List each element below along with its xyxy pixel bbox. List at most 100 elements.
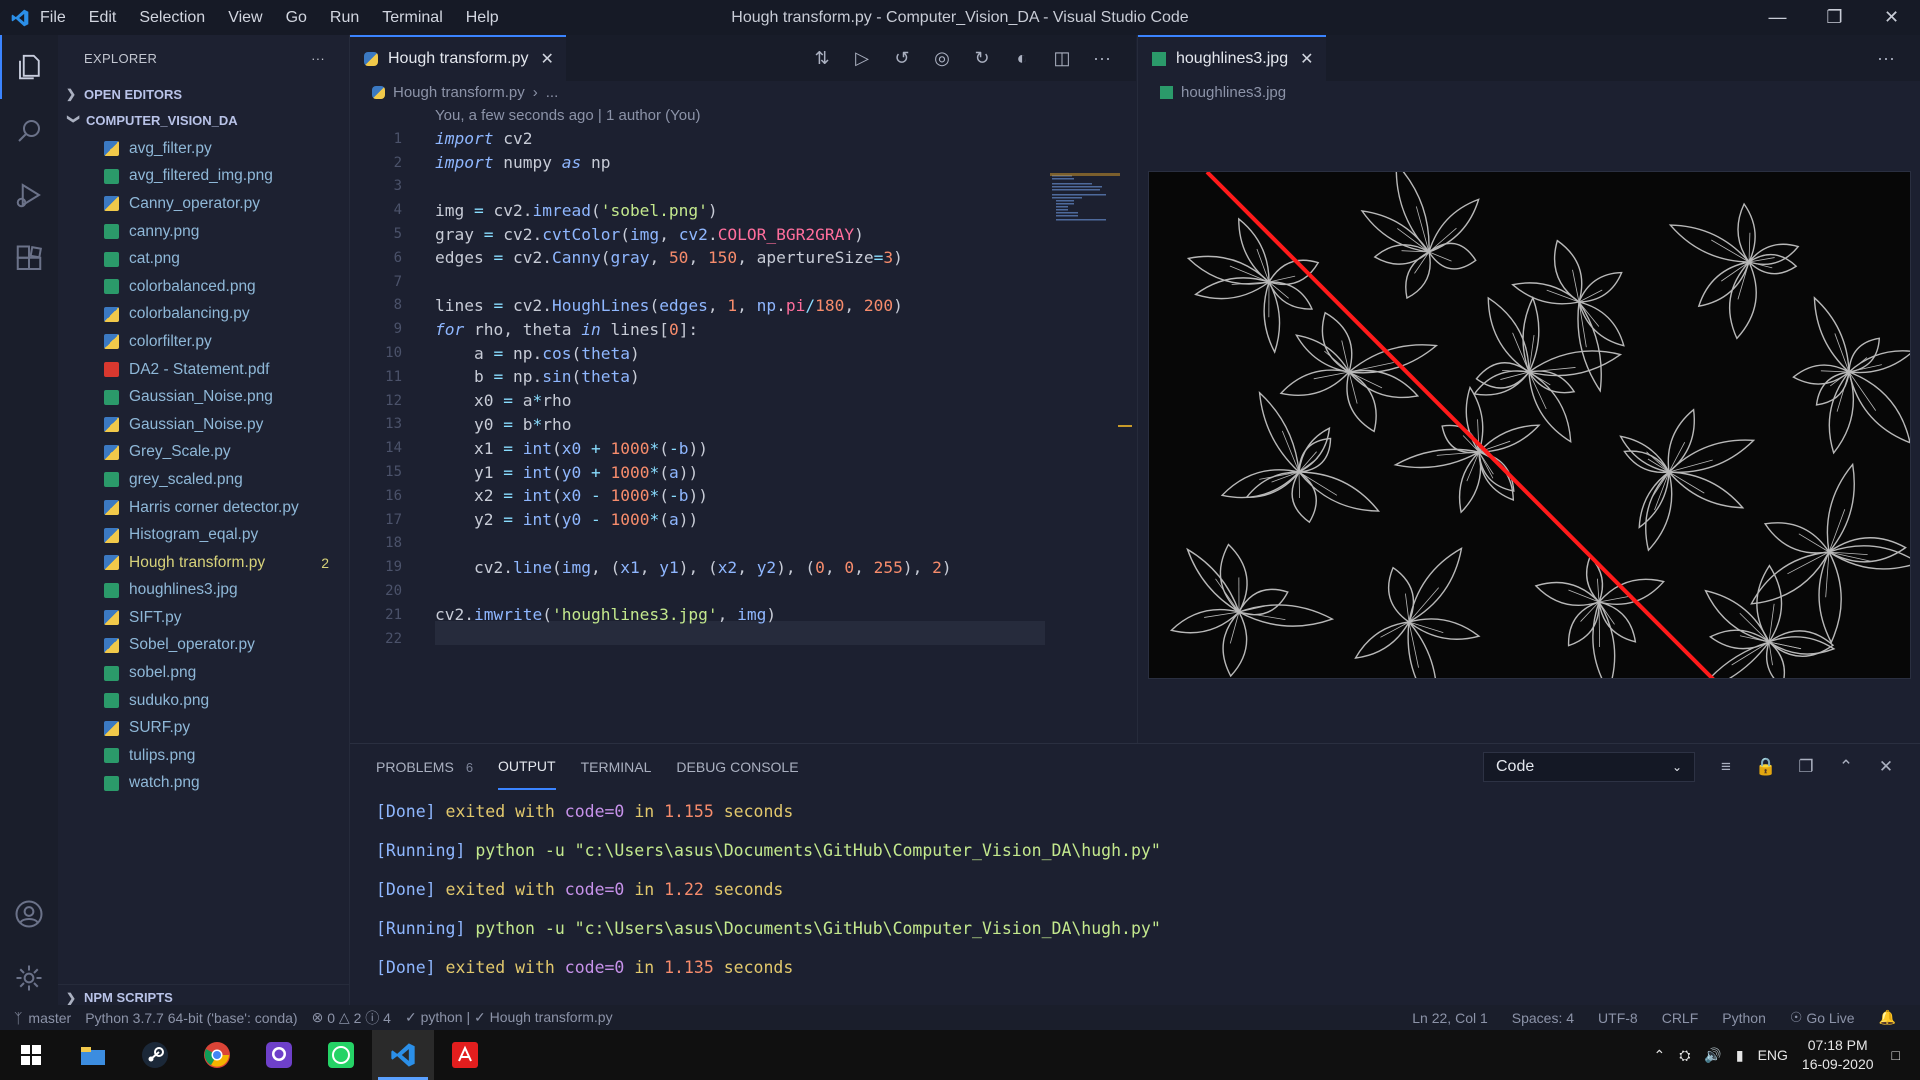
file-item[interactable]: sobel.png xyxy=(58,659,349,687)
code-line[interactable]: 15 y1 = int(y0 + 1000*(a)) xyxy=(350,460,1050,484)
code-line[interactable]: 3 xyxy=(350,175,1050,199)
menu-edit[interactable]: Edit xyxy=(89,9,117,26)
file-item[interactable]: avg_filtered_img.png xyxy=(58,163,349,191)
file-item[interactable]: avg_filter.py xyxy=(58,135,349,163)
menu-go[interactable]: Go xyxy=(286,9,307,26)
tab-output[interactable]: OUTPUT xyxy=(498,744,556,790)
breadcrumb-file[interactable]: houghlines3.jpg xyxy=(1181,84,1286,101)
open-editors-section[interactable]: ❯ OPEN EDITORS xyxy=(58,81,349,107)
file-explorer-taskbar-icon[interactable] xyxy=(62,1030,124,1080)
file-item[interactable]: colorbalanced.png xyxy=(58,273,349,301)
run-code-icon[interactable]: ▷ xyxy=(842,48,882,69)
close-window-button[interactable]: ✕ xyxy=(1863,0,1920,35)
explorer-icon[interactable] xyxy=(0,35,58,99)
code-line[interactable]: 17 y2 = int(y0 - 1000*(a)) xyxy=(350,508,1050,532)
more-actions-icon[interactable]: ··· xyxy=(1082,48,1122,69)
code-line[interactable]: 20 xyxy=(350,579,1050,603)
open-log-icon[interactable]: ❐ xyxy=(1786,757,1826,777)
minimize-button[interactable]: — xyxy=(1749,0,1806,35)
file-item[interactable]: Hough transform.py 2 xyxy=(58,549,349,577)
file-item[interactable]: Canny_operator.py xyxy=(58,190,349,218)
code-line[interactable]: 12 x0 = a*rho xyxy=(350,389,1050,413)
menu-file[interactable]: File xyxy=(40,9,66,26)
file-item[interactable]: Grey_Scale.py xyxy=(58,439,349,467)
file-item[interactable]: cat.png xyxy=(58,245,349,273)
code-line[interactable]: 5 gray = cv2.cvtColor(img, cv2.COLOR_BGR2… xyxy=(350,222,1050,246)
code-line[interactable]: 6 edges = cv2.Canny(gray, 50, 150, apertu… xyxy=(350,246,1050,270)
next-change-icon[interactable]: ↻ xyxy=(962,48,1002,69)
minimap[interactable] xyxy=(1050,173,1120,223)
search-icon[interactable] xyxy=(0,99,58,163)
git-branch[interactable]: ᛉ master xyxy=(14,1010,71,1026)
vscode-taskbar-icon[interactable] xyxy=(372,1030,434,1080)
file-item[interactable]: DA2 - Statement.pdf xyxy=(58,356,349,384)
indentation[interactable]: Spaces: 4 xyxy=(1512,1010,1574,1026)
file-item[interactable]: Gaussian_Noise.py xyxy=(58,411,349,439)
menu-terminal[interactable]: Terminal xyxy=(382,9,442,26)
file-item[interactable]: suduko.png xyxy=(58,687,349,715)
problems-summary[interactable]: ⊗ 0 △ 2 ⓘ 4 xyxy=(312,1008,391,1028)
menu-view[interactable]: View xyxy=(228,9,262,26)
python-interpreter[interactable]: Python 3.7.7 64-bit ('base': conda) xyxy=(85,1010,297,1026)
close-tab-icon[interactable]: ✕ xyxy=(1300,49,1313,69)
tab-houghlines3[interactable]: houghlines3.jpg ✕ xyxy=(1138,35,1326,81)
timeline-icon[interactable]: ◐ xyxy=(1002,48,1042,69)
code-line[interactable]: 4 img = cv2.imread('sobel.png') xyxy=(350,198,1050,222)
run-debug-icon[interactable] xyxy=(0,163,58,227)
clear-output-icon[interactable]: ≡ xyxy=(1706,757,1746,777)
folder-section[interactable]: ❯ COMPUTER_VISION_DA xyxy=(58,107,349,133)
output-channel-select[interactable]: Code ⌄ xyxy=(1483,752,1695,782)
code-line[interactable]: 11 b = np.sin(theta) xyxy=(350,365,1050,389)
maximize-panel-icon[interactable]: ⌃ xyxy=(1826,757,1866,777)
code-line[interactable]: 19 cv2.line(img, (x1, y1), (x2, y2), (0,… xyxy=(350,555,1050,579)
breadcrumb-file[interactable]: Hough transform.py xyxy=(393,84,525,101)
file-item[interactable]: Sobel_operator.py xyxy=(58,632,349,660)
file-item[interactable]: colorbalancing.py xyxy=(58,301,349,329)
volume-icon[interactable]: 🔊 xyxy=(1704,1047,1721,1064)
menu-selection[interactable]: Selection xyxy=(139,9,205,26)
previous-change-icon[interactable]: ↺ xyxy=(882,48,922,69)
file-item[interactable]: Histogram_eqal.py xyxy=(58,521,349,549)
git-commit-icon[interactable]: ◎ xyxy=(922,48,962,69)
tab-terminal[interactable]: TERMINAL xyxy=(581,744,652,790)
code-line[interactable]: 22 xyxy=(350,627,1050,651)
tab-hough-transform[interactable]: Hough transform.py ✕ xyxy=(350,35,566,81)
linter-status[interactable]: ✓ python | ✓ Hough transform.py xyxy=(405,1009,613,1026)
start-button[interactable] xyxy=(0,1030,62,1080)
breadcrumb-more[interactable]: ... xyxy=(546,84,559,101)
file-item[interactable]: canny.png xyxy=(58,218,349,246)
extensions-icon[interactable] xyxy=(0,227,58,291)
battery-icon[interactable]: ▮ xyxy=(1736,1047,1744,1064)
language-mode[interactable]: Python xyxy=(1722,1010,1766,1026)
code-line[interactable]: 18 xyxy=(350,532,1050,556)
settings-gear-icon[interactable] xyxy=(0,946,58,1010)
code-line[interactable]: 2 import numpy as np xyxy=(350,151,1050,175)
clock[interactable]: 07:18 PM 16-09-2020 xyxy=(1802,1036,1874,1074)
chevron-up-icon[interactable]: ⌃ xyxy=(1653,1047,1665,1064)
file-item[interactable]: SURF.py xyxy=(58,714,349,742)
account-icon[interactable] xyxy=(0,882,58,946)
code-line[interactable]: 21 cv2.imwrite('houghlines3.jpg', img) xyxy=(350,603,1050,627)
tab-problems[interactable]: PROBLEMS 6 xyxy=(376,744,473,790)
split-editor-icon[interactable]: ◫ xyxy=(1042,48,1082,69)
file-item[interactable]: Gaussian_Noise.png xyxy=(58,383,349,411)
notifications-bell-icon[interactable]: 🔔 xyxy=(1879,1009,1896,1026)
lock-scroll-icon[interactable]: 🔒 xyxy=(1746,757,1786,777)
file-item[interactable]: SIFT.py xyxy=(58,604,349,632)
compare-changes-icon[interactable]: ⇅ xyxy=(802,48,842,69)
chrome-taskbar-icon[interactable] xyxy=(186,1030,248,1080)
file-item[interactable]: watch.png xyxy=(58,770,349,798)
tab-debug-console[interactable]: DEBUG CONSOLE xyxy=(676,744,798,790)
github-desktop-taskbar-icon[interactable] xyxy=(248,1030,310,1080)
file-item[interactable]: colorfilter.py xyxy=(58,328,349,356)
code-line[interactable]: 14 x1 = int(x0 + 1000*(-b)) xyxy=(350,436,1050,460)
code-line[interactable]: 13 y0 = b*rho xyxy=(350,413,1050,437)
file-item[interactable]: grey_scaled.png xyxy=(58,466,349,494)
file-item[interactable]: tulips.png xyxy=(58,742,349,770)
more-actions-icon[interactable]: ··· xyxy=(1866,48,1906,69)
go-live-button[interactable]: ☉ Go Live xyxy=(1790,1009,1855,1026)
wifi-icon[interactable]: ⛭ xyxy=(1679,1047,1690,1064)
language-indicator[interactable]: ENG xyxy=(1758,1047,1788,1063)
acrobat-taskbar-icon[interactable] xyxy=(434,1030,496,1080)
close-tab-icon[interactable]: ✕ xyxy=(541,49,554,69)
